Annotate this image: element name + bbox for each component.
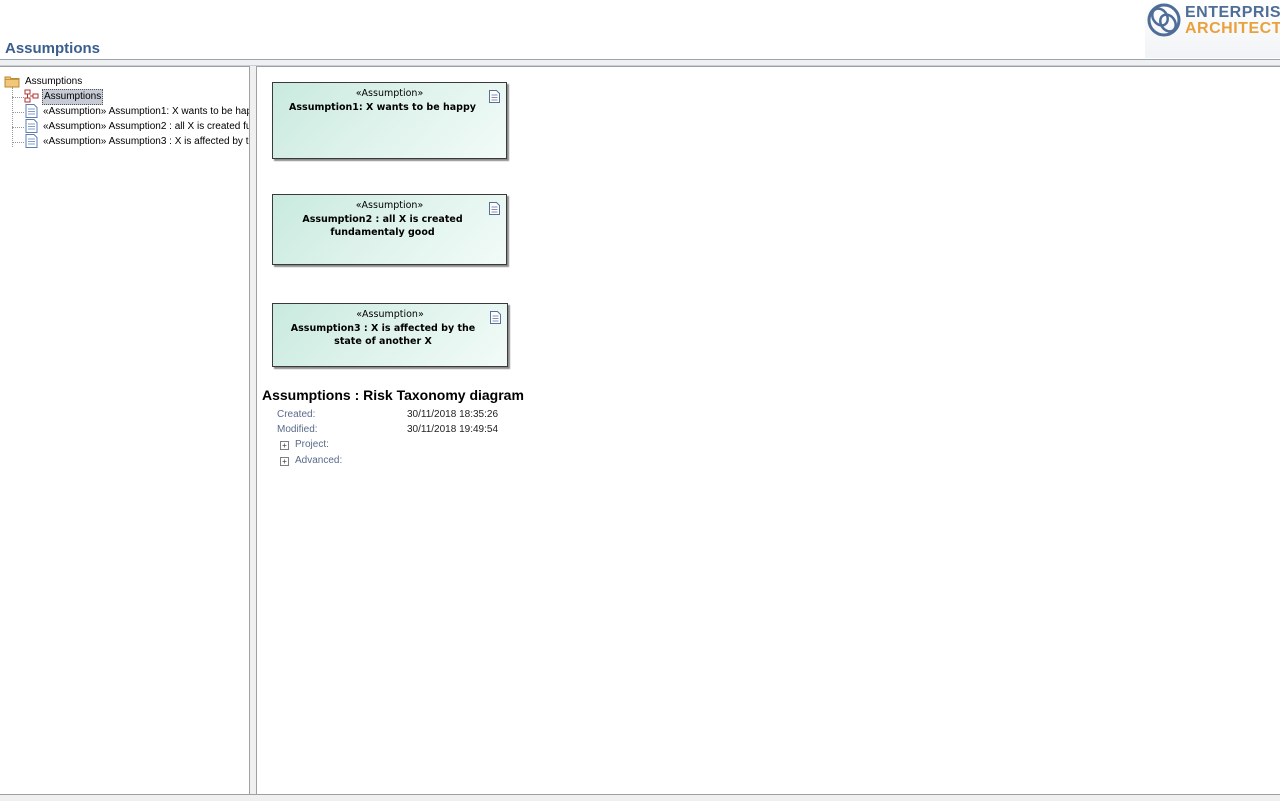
tree-item-label: «Assumption» Assumption2 : all X is crea… xyxy=(43,121,249,132)
page-title: Assumptions xyxy=(5,40,101,57)
assumption-element-2[interactable]: «Assumption» Assumption2 : all X is crea… xyxy=(272,194,507,265)
tree-connector xyxy=(12,97,24,98)
tree-item-label: «Assumption» Assumption1: X wants to be … xyxy=(43,106,250,117)
project-tree[interactable]: Assumptions Assumptions «Assumption» Ass… xyxy=(0,66,250,795)
tree-root-label: Assumptions xyxy=(25,76,83,87)
element-stereotype: «Assumption» xyxy=(356,309,424,320)
element-stereotype: «Assumption» xyxy=(355,200,424,211)
element-name: Assumption1: X wants to be happy xyxy=(289,102,476,113)
document-icon xyxy=(25,134,38,148)
assumption-element-3[interactable]: «Assumption» Assumption3 : X is affected… xyxy=(272,303,508,367)
created-value: 30/11/2018 18:35:26 xyxy=(407,409,499,420)
header: Assumptions ENTERPRISE ARCHITECT xyxy=(0,0,1280,60)
document-icon xyxy=(490,311,501,324)
document-icon xyxy=(25,119,38,133)
diagram-title: Assumptions : Risk Taxonomy diagram xyxy=(262,387,524,403)
project-label[interactable]: Project: xyxy=(295,438,329,451)
element-stereotype: «Assumption» xyxy=(355,88,424,99)
tree-connector xyxy=(12,87,13,147)
modified-value: 30/11/2018 19:49:54 xyxy=(407,424,499,435)
logo-text-architect: ARCHITECT xyxy=(1185,20,1280,37)
tree-item-label: Assumptions xyxy=(42,89,104,105)
diagram-icon xyxy=(24,89,39,103)
element-name: Assumption2 : all X is created fundament… xyxy=(302,214,463,238)
tree-connector xyxy=(12,127,24,128)
element-name: Assumption3 : X is affected by the state… xyxy=(290,323,476,347)
tree-connector xyxy=(12,112,24,113)
document-icon xyxy=(489,202,500,215)
assumption-element-1[interactable]: «Assumption» Assumption1: X wants to be … xyxy=(272,82,507,159)
modified-label: Modified: xyxy=(277,424,318,435)
ea-logo-icon xyxy=(1147,3,1181,37)
expand-plus-icon[interactable]: + xyxy=(280,441,289,450)
folder-icon xyxy=(4,76,20,88)
tree-connector xyxy=(12,142,24,143)
created-label: Created: xyxy=(277,409,316,420)
expand-plus-icon[interactable]: + xyxy=(280,457,289,466)
document-icon xyxy=(25,104,38,118)
document-icon xyxy=(489,90,500,103)
tree-item-label: «Assumption» Assumption3 : X is affected… xyxy=(43,136,249,147)
enterprise-architect-logo: ENTERPRISE ARCHITECT xyxy=(1145,0,1280,58)
advanced-label[interactable]: Advanced: xyxy=(295,454,342,467)
